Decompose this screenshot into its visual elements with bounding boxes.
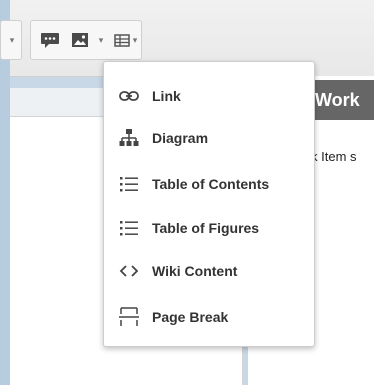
chevron-down-icon: ▾ <box>132 34 138 45</box>
chevron-down-icon: ▾ <box>98 34 104 45</box>
insert-dropdown-menu: Link Diagram Table of Contents Table of … <box>103 61 315 347</box>
menu-item-label: Page Break <box>152 309 229 325</box>
image-dropdown-button[interactable]: ▾ <box>95 27 107 53</box>
toolbar-group-insert: ▾ ▾ <box>30 20 142 60</box>
menu-item-label: Wiki Content <box>152 263 238 279</box>
insert-image-button[interactable] <box>67 27 93 53</box>
list-icon <box>117 174 141 194</box>
dropdown-caret-button[interactable]: ▾ <box>7 27 17 53</box>
menu-item-label: Table of Figures <box>152 220 260 236</box>
document-heading: Work <box>312 80 374 120</box>
menu-item-diagram[interactable]: Diagram <box>104 118 314 158</box>
code-icon <box>117 261 141 281</box>
comment-icon <box>41 33 59 48</box>
link-icon <box>117 86 141 106</box>
menu-item-label: Link <box>152 88 181 104</box>
page-break-icon <box>117 307 141 327</box>
menu-item-table-of-contents[interactable]: Table of Contents <box>104 164 314 204</box>
menu-item-label: Table of Contents <box>152 176 270 192</box>
chevron-down-icon: ▾ <box>9 34 15 45</box>
comment-button[interactable] <box>37 27 63 53</box>
diagram-icon <box>117 128 141 148</box>
toolbar-group-previous: ▾ <box>0 20 22 60</box>
menu-item-link[interactable]: Link <box>104 76 314 116</box>
menu-item-table-of-figures[interactable]: Table of Figures <box>104 208 314 248</box>
table-icon <box>113 34 130 47</box>
document-body-text: k Item s <box>311 149 357 164</box>
image-icon <box>72 33 88 47</box>
list-icon <box>117 218 141 238</box>
menu-item-label: Diagram <box>152 130 209 146</box>
insert-table-menu-button[interactable]: ▾ <box>111 27 139 53</box>
menu-item-page-break[interactable]: Page Break <box>104 297 314 337</box>
menu-item-wiki-content[interactable]: Wiki Content <box>104 251 314 291</box>
